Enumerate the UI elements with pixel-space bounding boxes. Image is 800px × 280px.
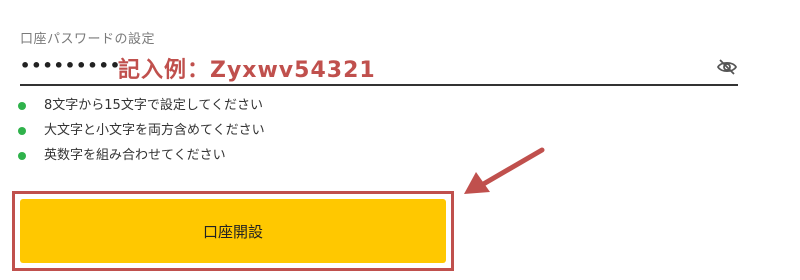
rule-text: 英数字を組み合わせてください — [44, 148, 226, 163]
password-input-value[interactable]: ••••••••• — [20, 56, 121, 75]
account-password-form: 口座パスワードの設定 ••••••••• 記入例：Zyxwv54321 8文字か… — [0, 0, 800, 280]
rule-item: 8文字から15文字で設定してください — [18, 96, 265, 121]
rule-text: 8文字から15文字で設定してください — [44, 98, 264, 113]
rule-text: 大文字と小文字を両方含めてください — [44, 123, 265, 138]
annotation-arrow-icon — [464, 147, 545, 194]
rule-item: 英数字を組み合わせてください — [18, 146, 265, 171]
rule-bullet-icon — [18, 102, 26, 110]
password-field[interactable]: ••••••••• 記入例：Zyxwv54321 — [20, 50, 738, 86]
example-annotation: 記入例：Zyxwv54321 — [118, 58, 376, 83]
password-rules-list: 8文字から15文字で設定してください 大文字と小文字を両方含めてください 英数字… — [18, 96, 265, 171]
eye-off-icon[interactable] — [716, 58, 738, 76]
rule-item: 大文字と小文字を両方含めてください — [18, 121, 265, 146]
open-account-button[interactable]: 口座開設 — [20, 199, 446, 263]
highlight-frame: 口座開設 — [12, 191, 454, 271]
rule-bullet-icon — [18, 152, 26, 160]
password-field-label: 口座パスワードの設定 — [20, 32, 156, 47]
rule-bullet-icon — [18, 127, 26, 135]
